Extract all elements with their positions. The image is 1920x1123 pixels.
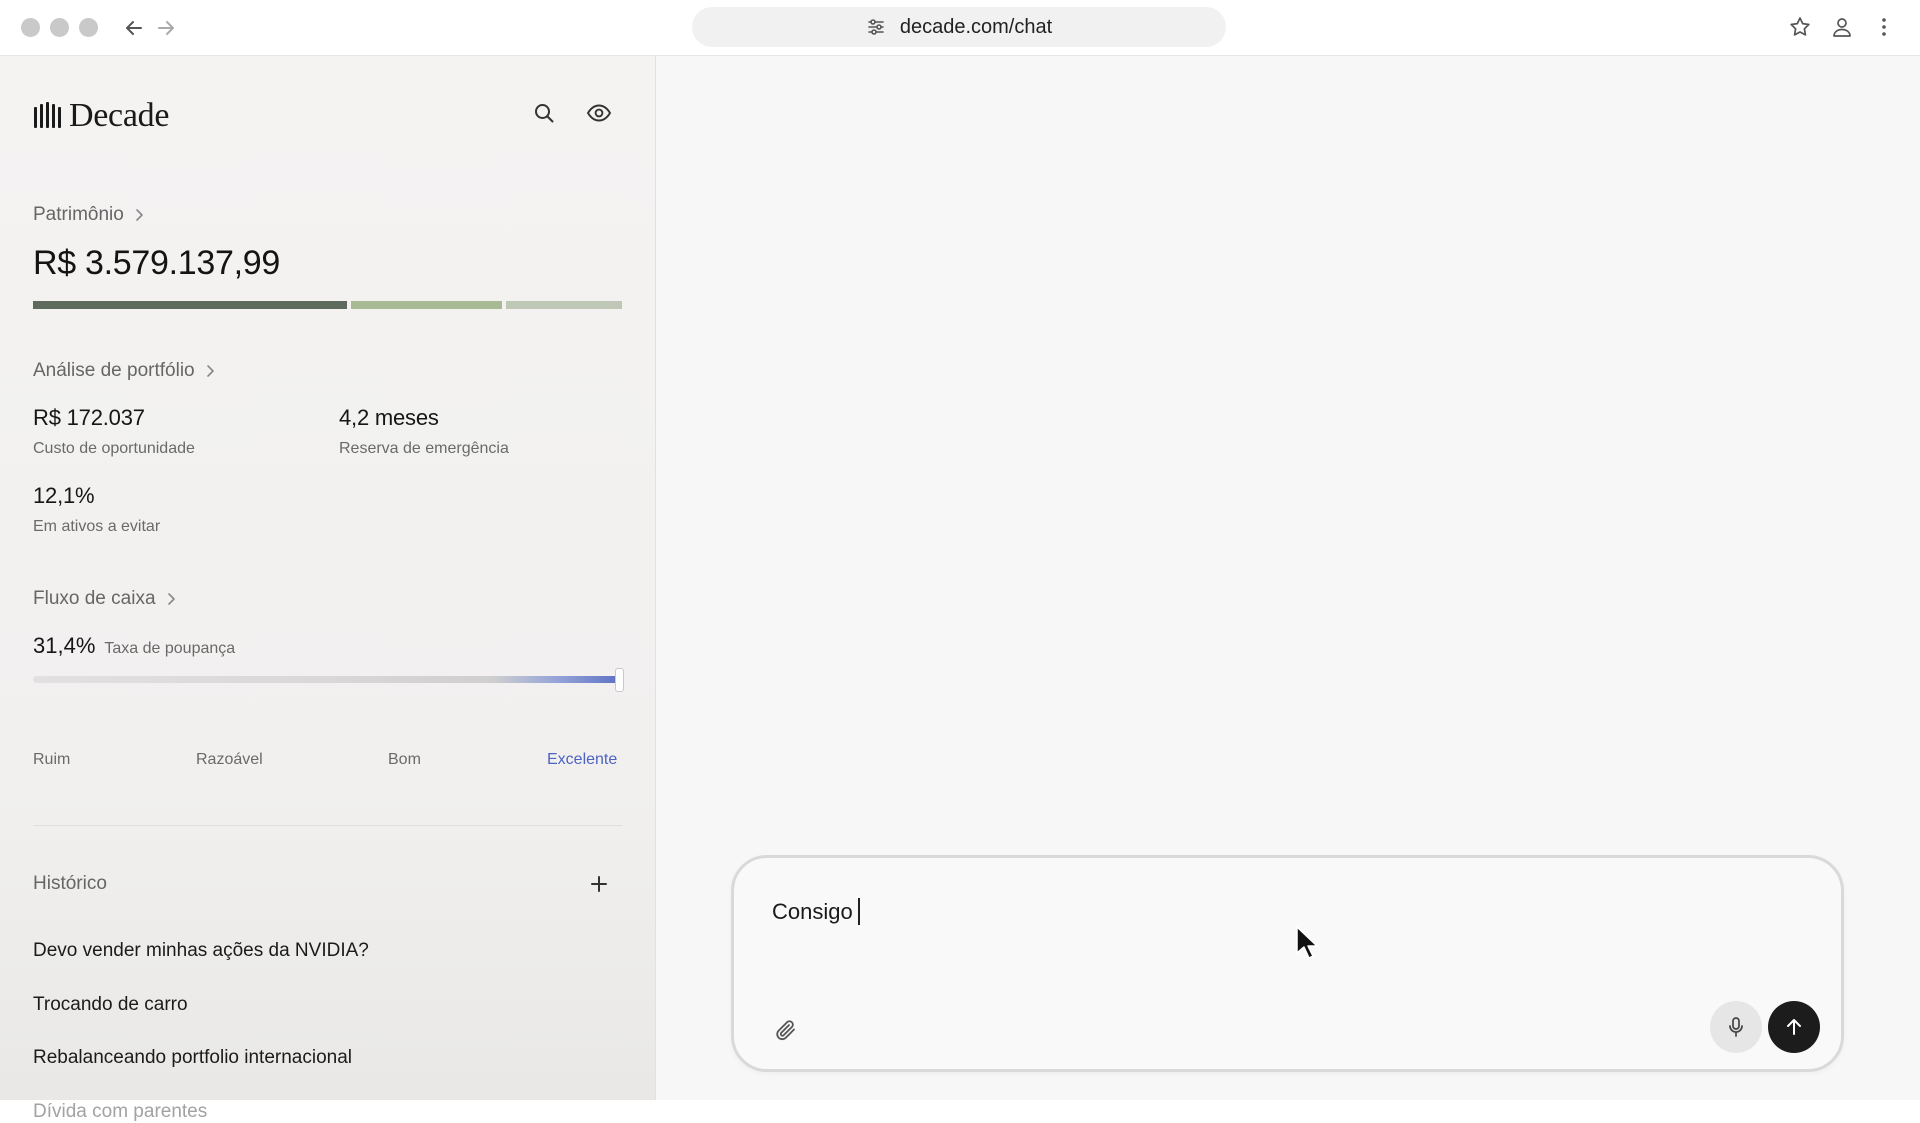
brand-logo[interactable]: Decade: [33, 97, 169, 135]
chevron-right-icon: [136, 209, 143, 221]
savings-scale-track: [33, 676, 622, 683]
patrimonio-title: Patrimônio: [33, 204, 124, 225]
allocation-bar: [33, 301, 622, 309]
cashflow-title: Fluxo de caixa: [33, 588, 156, 609]
text-caret: [857, 898, 860, 925]
history-item[interactable]: Devo vender minhas ações da NVIDIA?: [33, 940, 369, 962]
metric-value: R$ 172.037: [33, 405, 145, 430]
arrow-up-icon: [1787, 1019, 1801, 1035]
patrimonio-value: R$ 3.579.137,99: [33, 244, 280, 282]
scale-label-ruim: Ruim: [33, 751, 71, 768]
url-text[interactable]: decade.com/chat: [900, 16, 1052, 39]
savings-rate-value: 31,4%: [33, 633, 96, 658]
metric-label: Reserva de emergência: [339, 440, 509, 457]
metric-label: Em ativos a evitar: [33, 518, 161, 535]
cashflow-link[interactable]: Fluxo de caixa: [33, 588, 176, 610]
message-input-text: Consigo: [772, 898, 853, 924]
new-chat-button[interactable]: [584, 869, 614, 899]
metric-value: 4,2 meses: [339, 405, 439, 430]
bookmark-button[interactable]: [1785, 12, 1815, 42]
metric-assets-to-avoid: 12,1% Em ativos a evitar: [33, 483, 160, 536]
back-button[interactable]: [120, 14, 148, 42]
back-arrow-icon: [126, 21, 142, 35]
metric-value: 12,1%: [33, 483, 95, 508]
window-minimize-button[interactable]: [50, 18, 69, 37]
scale-label-excelente: Excelente: [547, 751, 618, 768]
plus-icon: [591, 876, 607, 892]
savings-scale-marker: [615, 668, 624, 692]
microphone-icon: [1729, 1017, 1743, 1037]
paperclip-icon: [776, 1020, 795, 1041]
allocation-segment: [350, 301, 502, 309]
allocation-segment: [33, 301, 347, 309]
site-settings-icon[interactable]: [866, 17, 886, 37]
star-icon: [1790, 17, 1810, 36]
browser-toolbar: decade.com/chat: [0, 0, 1920, 56]
portfolio-analysis-link[interactable]: Análise de portfólio: [33, 360, 215, 382]
portfolio-title: Análise de portfólio: [33, 360, 195, 381]
search-icon: [535, 104, 554, 123]
decade-logo-icon: [34, 102, 61, 128]
forward-arrow-icon: [158, 21, 174, 35]
scale-label-razoavel: Razoável: [196, 751, 263, 768]
chat-composer[interactable]: Consigo: [731, 855, 1844, 1072]
history-item[interactable]: Dívida com parentes: [33, 1101, 207, 1123]
window-close-button[interactable]: [21, 18, 40, 37]
sidebar: Decade Patrimônio R$ 3.579.137,99 Anális…: [0, 56, 656, 1122]
history-title: Histórico: [33, 873, 107, 894]
metric-opportunity-cost: R$ 172.037 Custo de oportunidade: [33, 405, 195, 458]
toggle-visibility-button[interactable]: [584, 98, 614, 128]
profile-button[interactable]: [1827, 12, 1857, 42]
attach-button[interactable]: [771, 1015, 801, 1045]
history-item[interactable]: Rebalanceando portfolio internacional: [33, 1047, 352, 1069]
forward-button[interactable]: [152, 14, 180, 42]
message-input[interactable]: Consigo: [772, 898, 860, 925]
patrimonio-link[interactable]: Patrimônio: [33, 204, 144, 226]
brand-name: Decade: [69, 97, 170, 134]
chevron-right-icon: [167, 593, 175, 605]
send-button[interactable]: [1768, 1001, 1820, 1053]
sidebar-divider: [33, 825, 622, 826]
chevron-right-icon: [206, 365, 214, 377]
metric-label: Custo de oportunidade: [33, 440, 195, 457]
more-vertical-icon: [1882, 18, 1886, 36]
search-button[interactable]: [529, 98, 559, 128]
history-item[interactable]: Trocando de carro: [33, 994, 188, 1016]
address-bar[interactable]: decade.com/chat: [692, 7, 1226, 47]
allocation-segment: [505, 301, 622, 309]
savings-rate-label: Taxa de poupança: [104, 640, 236, 657]
scale-label-bom: Bom: [388, 751, 421, 768]
eye-icon: [586, 104, 612, 122]
metric-emergency-reserve: 4,2 meses Reserva de emergência: [339, 405, 509, 458]
profile-icon: [1833, 18, 1851, 37]
window-maximize-button[interactable]: [79, 18, 98, 37]
browser-menu-button[interactable]: [1869, 12, 1899, 42]
mouse-pointer-icon: [1296, 926, 1318, 959]
savings-rate: 31,4% Taxa de poupança: [33, 633, 235, 659]
voice-input-button[interactable]: [1710, 1001, 1762, 1053]
